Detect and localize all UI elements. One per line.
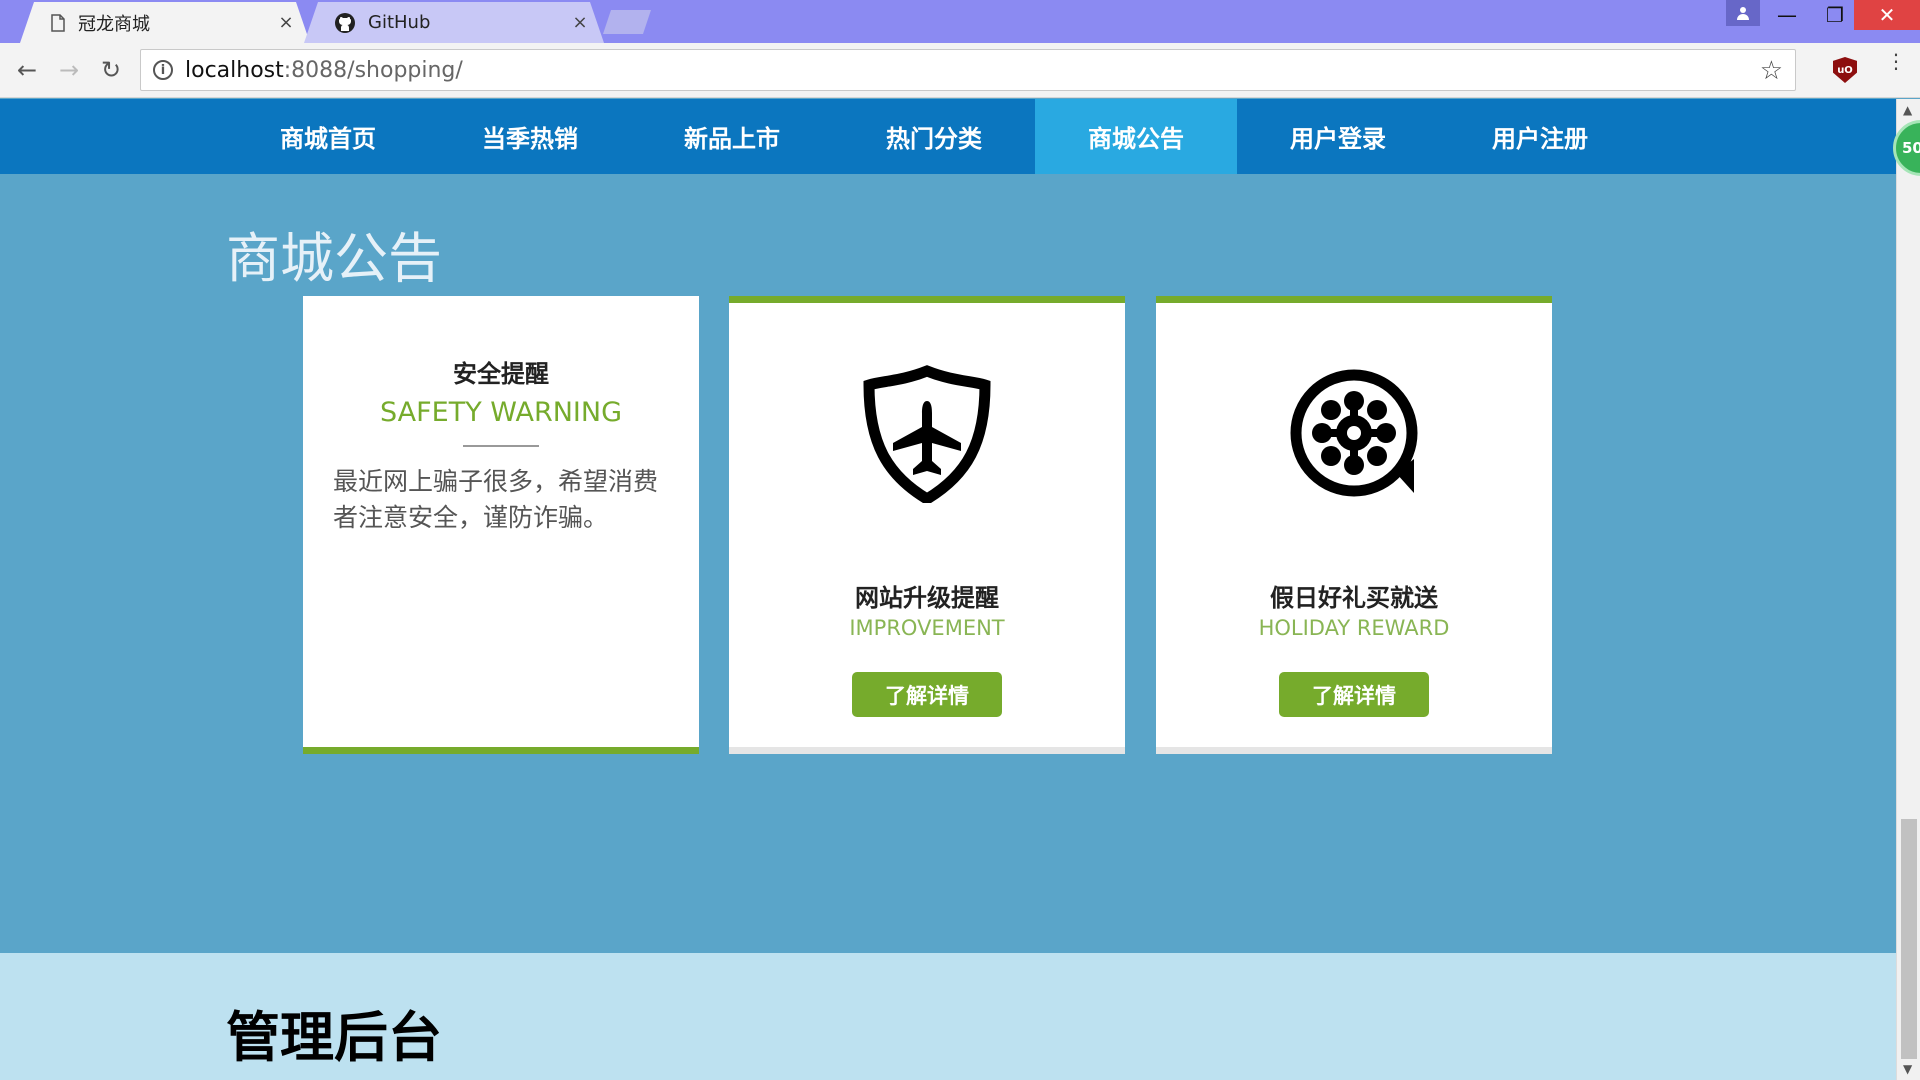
github-icon [334,12,356,34]
card-subtitle: SAFETY WARNING [380,397,622,428]
address-bar[interactable]: i localhost :8088/shopping/ ☆ [140,49,1796,91]
notice-card-improvement: 网站升级提醒 IMPROVEMENT 了解详情 [729,296,1125,754]
nav-item-home[interactable]: 商城首页 [227,99,429,174]
tab-github[interactable]: GitHub × [304,2,604,43]
page-viewport: 商城首页 当季热销 新品上市 热门分类 商城公告 用户登录 用户注册 商城公告 … [0,99,1896,1080]
bookmark-star-icon[interactable]: ☆ [1760,56,1783,86]
card-title: 假日好礼买就送 [1270,584,1438,612]
window-minimize-button[interactable]: — [1764,0,1810,30]
reload-icon[interactable]: ↻ [96,55,126,85]
admin-section: 管理后台 [0,953,1896,1080]
scrollbar-thumb[interactable] [1901,819,1917,1059]
browser-menu-icon[interactable]: ⋮ [1886,51,1906,71]
url-host: localhost [185,57,284,83]
page-scrollbar[interactable]: ▲ ▼ [1896,99,1920,1080]
nav-item-seasonal-hot[interactable]: 当季热销 [429,99,631,174]
browser-toolbar: ← → ↻ i localhost :8088/shopping/ ☆ uO ⋮ [0,43,1920,98]
notice-card-holiday-reward: 假日好礼买就送 HOLIDAY REWARD 了解详情 [1156,296,1552,754]
nav-item-login[interactable]: 用户登录 [1237,99,1439,174]
nav-item-register[interactable]: 用户注册 [1439,99,1641,174]
tab-guanlong-mall[interactable]: 冠龙商城 × [20,2,310,43]
page-icon [50,14,66,32]
nav-item-hot-categories[interactable]: 热门分类 [833,99,1035,174]
main-navigation: 商城首页 当季热销 新品上市 热门分类 商城公告 用户登录 用户注册 [0,99,1896,174]
window-close-button[interactable]: ✕ [1854,0,1920,30]
nav-item-announcements[interactable]: 商城公告 [1035,99,1237,174]
divider [463,445,539,447]
section-title: 商城公告 [226,227,442,290]
close-icon[interactable]: × [276,12,296,33]
back-arrow-icon[interactable]: ← [12,55,42,85]
card-subtitle: HOLIDAY REWARD [1258,616,1450,640]
forward-arrow-icon[interactable]: → [54,55,84,85]
virus-gear-icon [1284,363,1424,503]
scroll-up-icon[interactable]: ▲ [1903,103,1912,117]
learn-more-button[interactable]: 了解详情 [852,672,1002,717]
ublock-extension-icon[interactable]: uO [1833,57,1857,83]
url-path: :8088/shopping/ [283,57,463,83]
card-title: 网站升级提醒 [855,584,999,612]
learn-more-button[interactable]: 了解详情 [1279,672,1429,717]
user-profile-icon[interactable] [1726,0,1760,26]
card-body: 最近网上骗子很多，希望消费者注意安全，谨防诈骗。 [333,467,659,532]
notice-card-safety: 安全提醒 SAFETY WARNING 最近网上骗子很多，希望消费者注意安全，谨… [303,296,699,754]
scroll-down-icon[interactable]: ▼ [1903,1062,1912,1076]
tab-title: GitHub [368,12,431,33]
admin-title: 管理后台 [226,1006,442,1069]
browser-tab-bar: 冠龙商城 × GitHub × — ❐ ✕ [0,0,1920,43]
card-subtitle: IMPROVEMENT [849,616,1005,640]
window-maximize-button[interactable]: ❐ [1812,0,1858,30]
card-title: 安全提醒 [453,360,549,388]
nav-item-new-arrivals[interactable]: 新品上市 [631,99,833,174]
shield-airplane-icon [857,363,997,506]
info-icon[interactable]: i [153,60,173,80]
new-tab-button[interactable] [603,10,651,34]
close-icon[interactable]: × [570,12,590,33]
tab-title: 冠龙商城 [78,13,150,35]
